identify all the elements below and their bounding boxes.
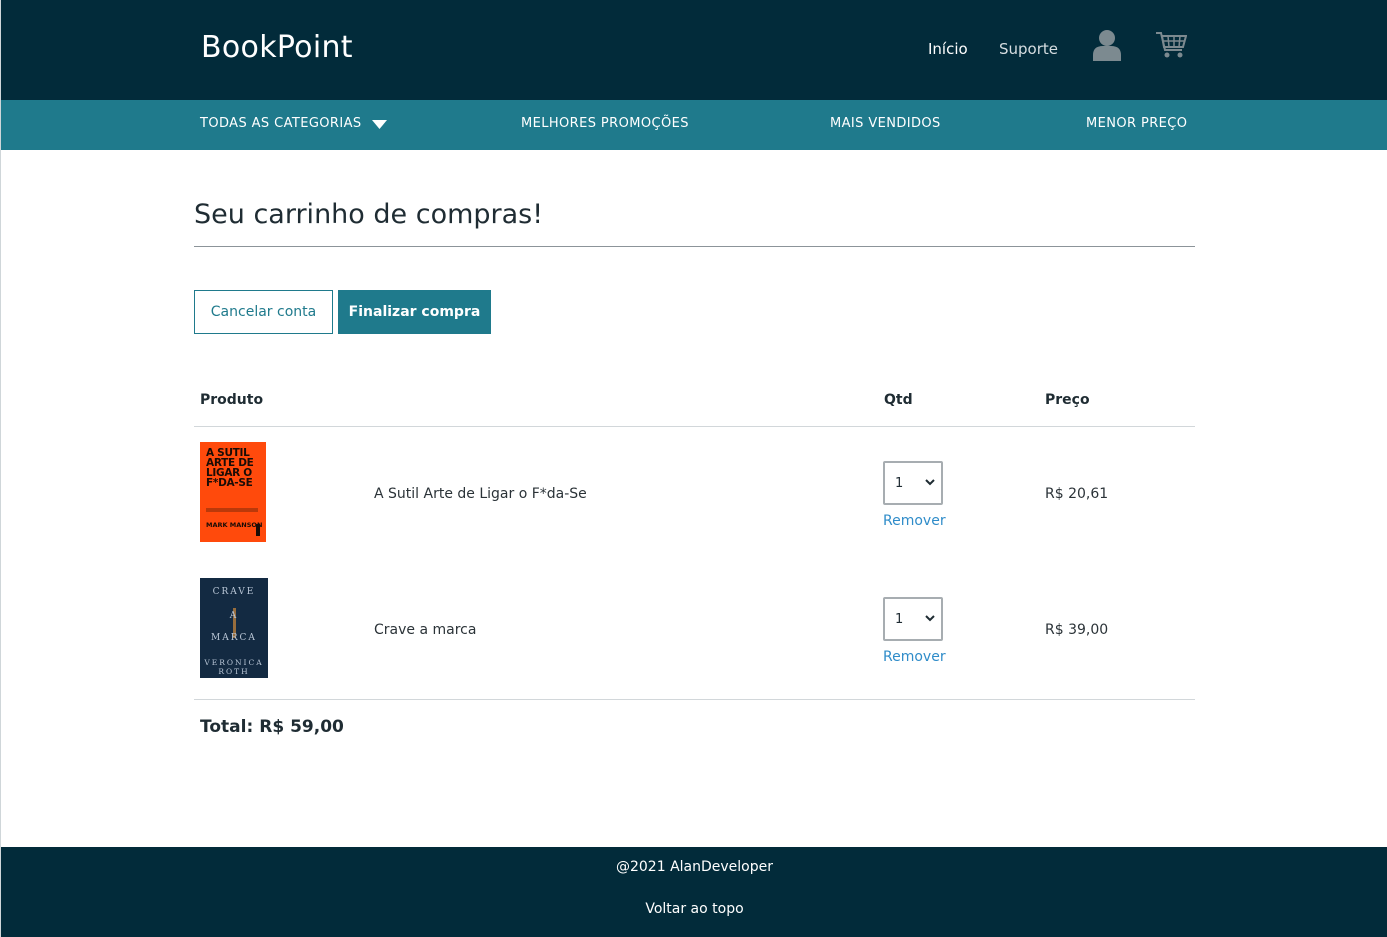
remove-item-link[interactable]: Remover [883, 649, 946, 665]
publisher-logo [256, 524, 260, 536]
category-lowest-price-link[interactable]: MENOR PREÇO [1086, 116, 1187, 131]
category-best-sellers-link[interactable]: MAIS VENDIDOS [830, 116, 941, 131]
item-price: R$ 20,61 [1045, 486, 1109, 502]
category-all-dropdown[interactable]: TODAS AS CATEGORIAS [200, 116, 362, 131]
nav-home-link[interactable]: Início [928, 40, 968, 58]
finish-purchase-button[interactable]: Finalizar compra [338, 290, 491, 334]
brand-logo[interactable]: BookPoint [201, 30, 353, 65]
cover-title-line: A [229, 611, 239, 621]
remove-item-link[interactable]: Remover [883, 513, 946, 529]
category-promo-link[interactable]: MELHORES PROMOÇÕES [521, 116, 689, 131]
user-icon[interactable] [1093, 29, 1121, 61]
footer-copyright: @2021 AlanDeveloper [615, 859, 773, 875]
table-header-divider [194, 426, 1195, 427]
item-price: R$ 39,00 [1045, 622, 1109, 638]
book-cover-image: CRAVE A MARCA VERONICA ROTH [200, 578, 268, 678]
book-cover-image: A SUTIL ARTE DE LIGAR O F*DA-SE MARK MAN… [200, 442, 266, 542]
quantity-select[interactable]: 1 [883, 461, 943, 505]
cart-icon[interactable] [1155, 30, 1187, 60]
chevron-down-icon [925, 479, 935, 486]
cover-title-line: MARCA [211, 633, 257, 643]
cart-total: Total: R$ 59,00 [200, 717, 344, 737]
quantity-value: 1 [895, 475, 904, 491]
cover-title-line: CRAVE [212, 587, 256, 597]
product-name[interactable]: Crave a marca [374, 622, 476, 638]
back-to-top-link[interactable]: Voltar ao topo [1, 901, 1387, 917]
cover-author: MARK MANSON [206, 521, 263, 529]
cover-author: VERONICA ROTH [204, 658, 264, 676]
column-header-product: Produto [200, 392, 264, 408]
nav-support-link[interactable]: Suporte [999, 40, 1058, 58]
column-header-price: Preço [1045, 392, 1090, 408]
page-title: Seu carrinho de compras! [194, 199, 544, 230]
total-label: Total: [200, 717, 254, 737]
quantity-select[interactable]: 1 [883, 597, 943, 641]
chevron-down-icon [925, 615, 935, 622]
cover-subtitle-strip [206, 508, 258, 512]
quantity-value: 1 [895, 611, 904, 627]
cover-title: A SUTIL ARTE DE LIGAR O F*DA-SE [206, 447, 254, 489]
cancel-account-button[interactable]: Cancelar conta [194, 290, 333, 334]
total-value: R$ 59,00 [259, 717, 344, 737]
caret-down-icon[interactable] [372, 120, 387, 129]
table-footer-divider [194, 699, 1195, 700]
title-divider [194, 246, 1195, 247]
product-name[interactable]: A Sutil Arte de Ligar o F*da-Se [374, 486, 587, 502]
column-header-qty: Qtd [884, 392, 913, 408]
